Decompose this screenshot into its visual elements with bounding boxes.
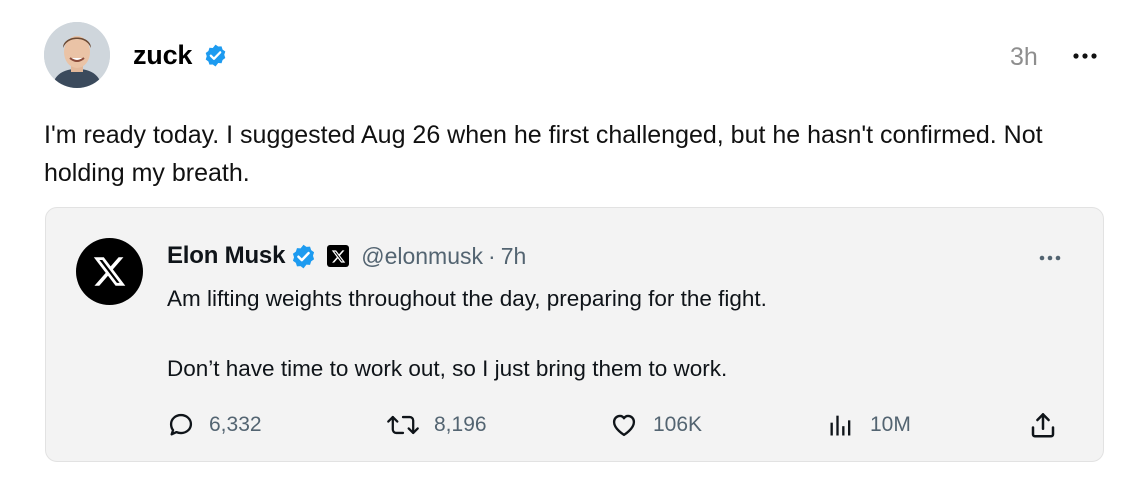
more-options-icon[interactable] <box>1068 44 1102 68</box>
post-timestamp: 3h <box>1010 43 1038 71</box>
heart-icon <box>612 414 636 437</box>
verified-badge-icon <box>205 44 226 67</box>
repost-count: 8,196 <box>434 413 487 436</box>
author-name[interactable]: zuck <box>133 40 192 71</box>
author-avatar[interactable] <box>44 22 110 88</box>
repost-icon <box>387 415 419 435</box>
share-button[interactable] <box>1028 408 1058 442</box>
quoted-post-header: Elon Musk @elonmusk · 7h <box>167 240 526 272</box>
post-text: I'm ready today. I suggested Aug 26 when… <box>44 121 1043 187</box>
x-logo-icon <box>93 257 126 286</box>
views-button[interactable]: 10M <box>826 408 911 442</box>
header-separator: · <box>488 242 496 269</box>
quoted-post-text-line-2: Don’t have time to work out, so I just b… <box>167 356 728 381</box>
repost-button[interactable]: 8,196 <box>386 408 487 442</box>
reply-button[interactable]: 6,332 <box>167 408 262 442</box>
quoted-author-handle[interactable]: @elonmusk <box>361 243 483 270</box>
verified-badge-icon <box>293 244 315 268</box>
like-button[interactable]: 106K <box>609 408 702 442</box>
quoted-author-name[interactable]: Elon Musk <box>167 242 285 270</box>
views-bar-chart-icon <box>830 415 851 436</box>
quoted-post-time[interactable]: 7h <box>501 243 527 270</box>
quoted-post-text-line-1: Am lifting weights throughout the day, p… <box>167 286 767 311</box>
x-affiliation-badge-icon <box>327 245 350 267</box>
post: zuck 3h I'm ready today. I suggested Aug… <box>0 0 1125 480</box>
reply-bubble-icon <box>169 413 193 436</box>
like-count: 106K <box>653 413 703 436</box>
reply-count: 6,332 <box>209 413 262 436</box>
quoted-author-avatar[interactable] <box>76 238 143 305</box>
views-count: 10M <box>870 413 911 436</box>
quoted-post-card[interactable]: Elon Musk @elonmusk · 7h Am lifting weig… <box>45 207 1104 462</box>
share-upload-icon <box>1031 413 1055 438</box>
more-options-icon[interactable] <box>1034 248 1066 268</box>
